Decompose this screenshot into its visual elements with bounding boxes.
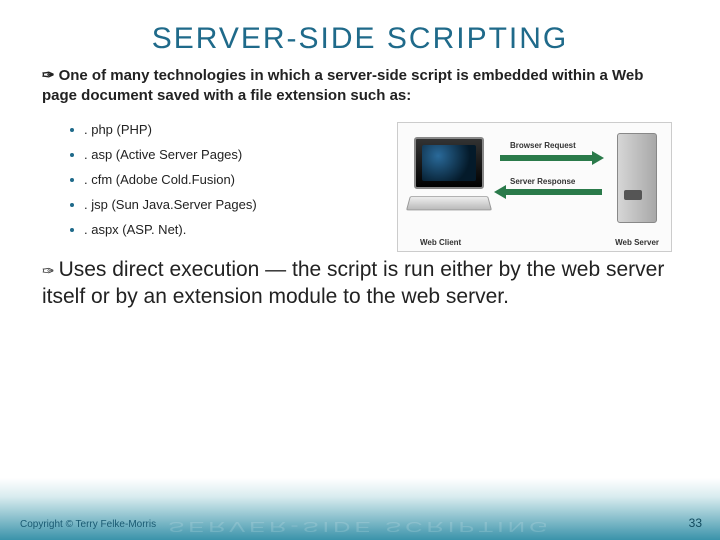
extension-list: . php (PHP) . asp (Active Server Pages) … xyxy=(42,107,342,242)
slide: SERVER-SIDE SCRIPTING ✑One of many techn… xyxy=(0,0,720,540)
response-arrow-icon xyxy=(494,185,604,199)
list-item-label: . cfm (Adobe Cold.Fusion) xyxy=(84,172,235,187)
intro-paragraph: ✑One of many technologies in which a ser… xyxy=(42,66,678,107)
request-arrow-icon xyxy=(494,151,604,165)
list-item-label: . php (PHP) xyxy=(84,122,152,137)
request-label: Browser Request xyxy=(510,141,576,150)
monitor-icon xyxy=(414,137,484,189)
list-item-label: . jsp (Sun Java.Server Pages) xyxy=(84,197,257,212)
server-label: Web Server xyxy=(615,238,659,247)
client-server-diagram: Browser Request Server Response Web Clie… xyxy=(397,122,672,252)
list-item: . aspx (ASP. Net). xyxy=(70,217,342,242)
bullet-icon: ✑ xyxy=(42,66,55,86)
content-area: ✑One of many technologies in which a ser… xyxy=(0,56,720,310)
intro-text: One of many technologies in which a serv… xyxy=(42,67,643,104)
list-item: . jsp (Sun Java.Server Pages) xyxy=(70,192,342,217)
page-number: 33 xyxy=(689,516,702,530)
client-label: Web Client xyxy=(420,238,461,247)
list-item-label: . asp (Active Server Pages) xyxy=(84,147,242,162)
response-label: Server Response xyxy=(510,177,575,186)
slide-title: SERVER-SIDE SCRIPTING xyxy=(0,0,720,56)
dot-icon xyxy=(70,153,74,157)
bullet-icon: ✑ xyxy=(42,262,55,282)
list-item: . asp (Active Server Pages) xyxy=(70,142,342,167)
dot-icon xyxy=(70,178,74,182)
list-item-label: . aspx (ASP. Net). xyxy=(84,222,186,237)
keyboard-icon xyxy=(406,196,492,210)
dot-icon xyxy=(70,203,74,207)
footer: SERVER-SIDE SCRIPTING Copyright © Terry … xyxy=(0,478,720,540)
list-item: . php (PHP) xyxy=(70,117,342,142)
copyright-text: Copyright © Terry Felke-Morris xyxy=(20,519,156,530)
dot-icon xyxy=(70,228,74,232)
server-tower-icon xyxy=(617,133,657,223)
uses-text: Uses direct execution — the script is ru… xyxy=(42,258,664,308)
title-reflection: SERVER-SIDE SCRIPTING xyxy=(168,518,552,535)
list-item: . cfm (Adobe Cold.Fusion) xyxy=(70,167,342,192)
dot-icon xyxy=(70,128,74,132)
